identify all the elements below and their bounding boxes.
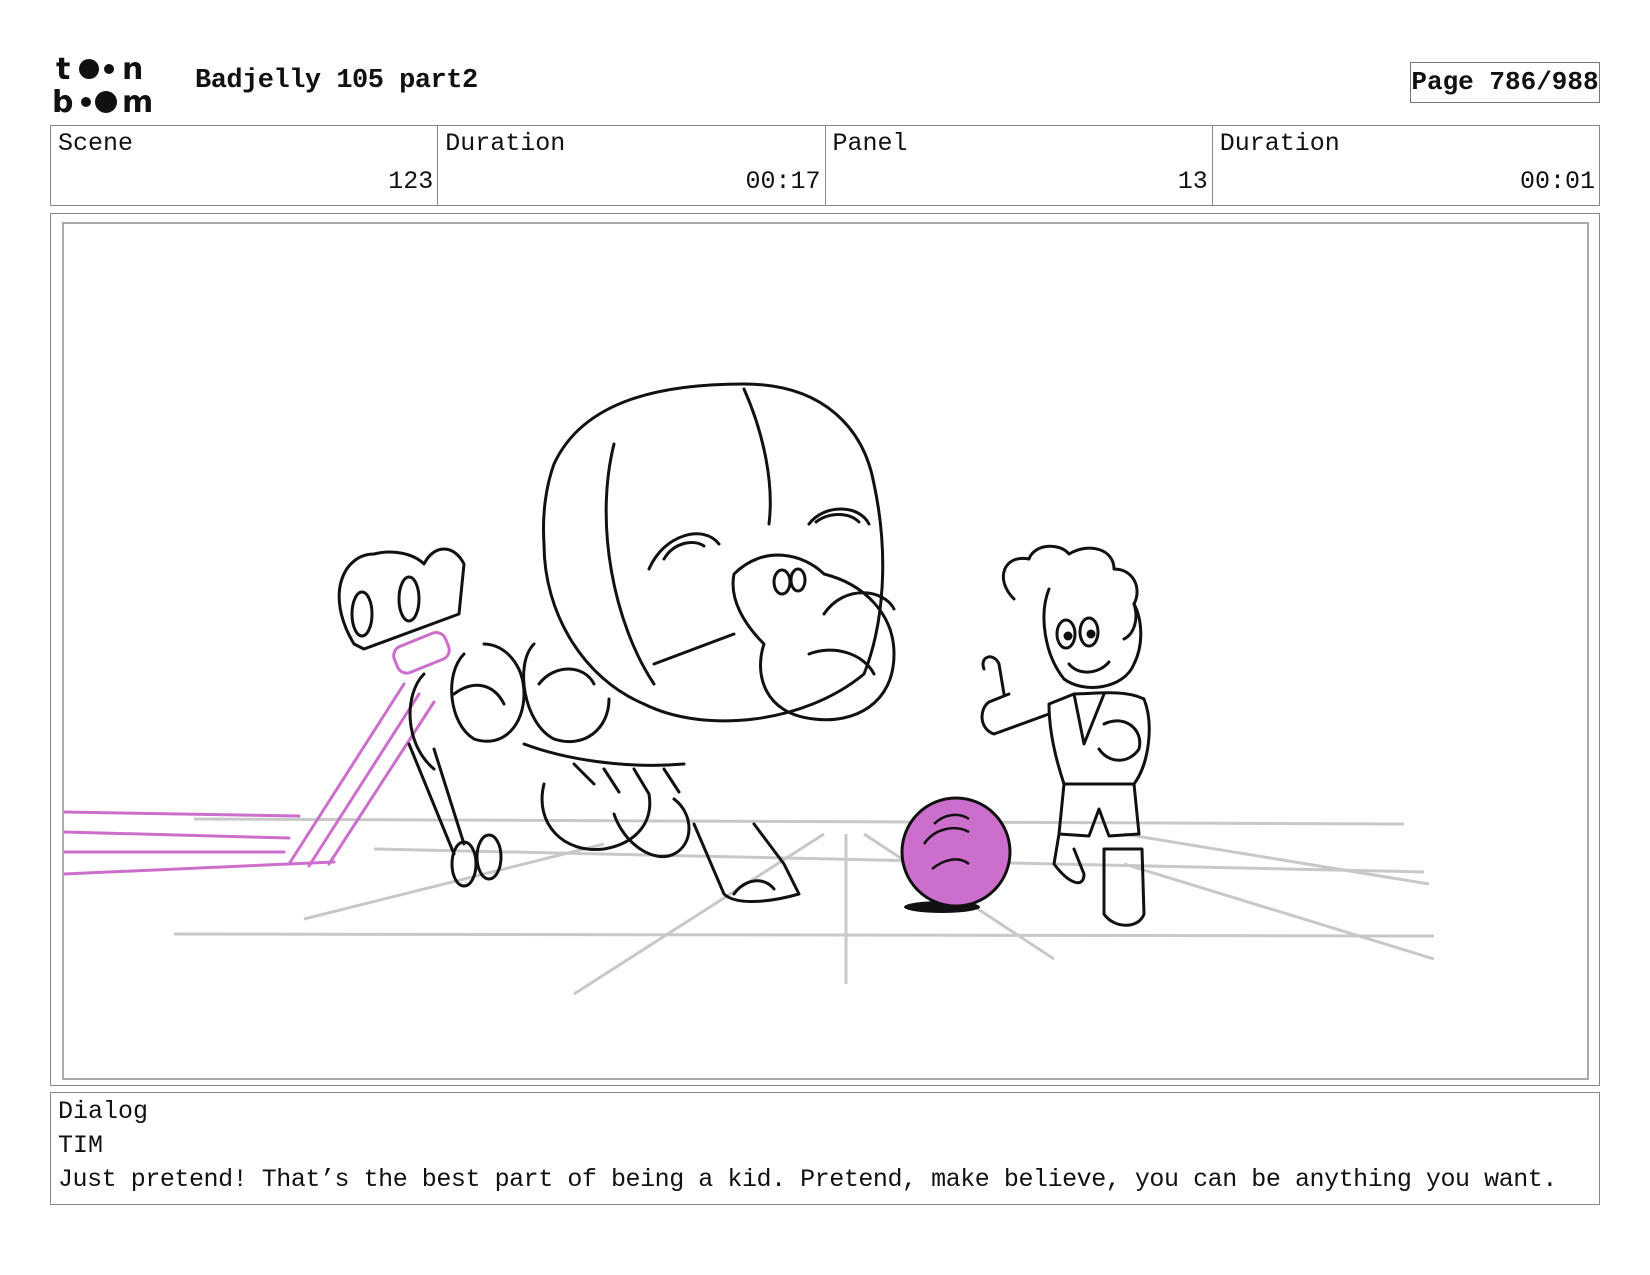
magenta-trail: [64, 631, 451, 876]
project-title: Badjelly 105 part2: [195, 66, 478, 96]
panel-duration-value: 00:01: [1519, 167, 1595, 196]
panel-cell: Panel 13: [826, 126, 1213, 205]
panel-label: Panel: [832, 129, 908, 158]
page-indicator: Page 786/988: [1410, 62, 1600, 103]
dialog-speaker: TIM: [58, 1131, 104, 1160]
panel-number: 13: [1177, 167, 1208, 196]
svg-text:n: n: [122, 52, 143, 87]
toonboom-logo: t n b m: [52, 52, 153, 116]
scene-label: Scene: [58, 129, 134, 158]
scene-duration-value: 00:17: [745, 167, 821, 196]
scene-duration-label: Duration: [445, 129, 566, 158]
svg-text:m: m: [122, 85, 153, 116]
panel-duration-cell: Duration 00:01: [1213, 126, 1599, 205]
scene-duration-cell: Duration 00:17: [438, 126, 826, 205]
dialog-label: Dialog: [58, 1097, 149, 1126]
dialog-text: Just pretend! That’s the best part of be…: [58, 1165, 1557, 1194]
scene-number: 123: [388, 167, 434, 196]
robot-dog-sketch: [337, 382, 896, 903]
storyboard-panel-frame: [50, 213, 1600, 1086]
svg-text:t: t: [56, 52, 70, 87]
svg-text:b: b: [52, 85, 73, 116]
dialog-box: Dialog TIM Just pretend! That’s the best…: [50, 1092, 1600, 1205]
scene-cell: Scene 123: [51, 126, 439, 205]
storyboard-sketch: [64, 382, 1435, 996]
magenta-ball: [900, 796, 1012, 913]
storyboard-panel: [62, 222, 1589, 1080]
panel-duration-label: Duration: [1219, 129, 1340, 158]
scene-info-row: Scene 123 Duration 00:17 Panel 13 Durati…: [50, 125, 1600, 206]
floor-grid: [173, 817, 1435, 996]
